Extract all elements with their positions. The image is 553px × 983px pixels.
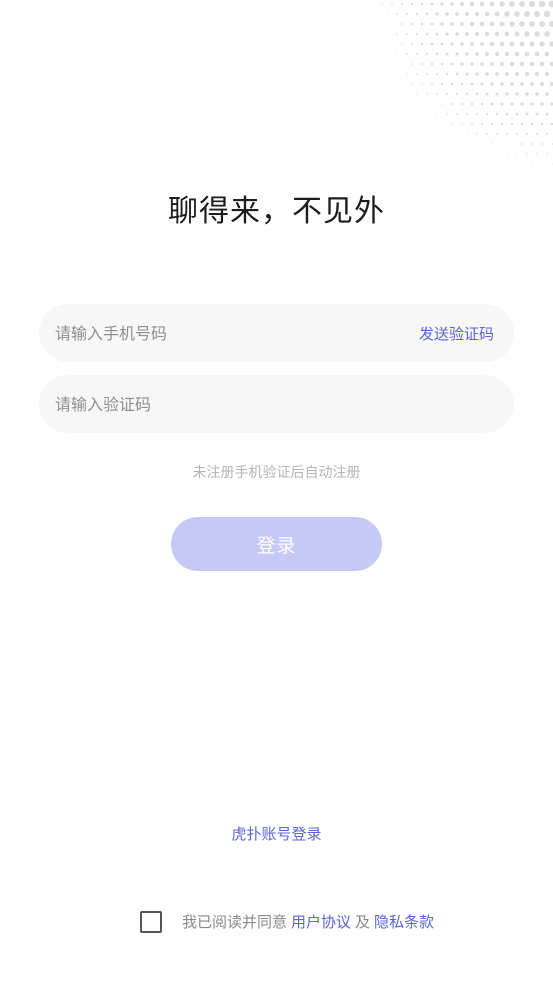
code-field-container	[39, 375, 514, 433]
auto-register-hint: 未注册手机验证后自动注册	[192, 465, 361, 481]
privacy-policy-link[interactable]: 隐私条款	[374, 911, 434, 932]
agreement-prefix: 我已阅读并同意	[182, 913, 288, 931]
send-code-button[interactable]: 发送验证码	[419, 323, 494, 344]
verification-code-input[interactable]	[55, 394, 494, 414]
agreement-conjunction: 及	[355, 913, 371, 931]
phone-field-container: 发送验证码	[39, 304, 514, 362]
agreement-row: 我已阅读并同意 用户协议 及 隐私条款	[140, 910, 438, 933]
agreement-checkbox[interactable]	[140, 910, 162, 933]
login-button[interactable]: 登录	[171, 517, 382, 571]
hupu-account-login-link[interactable]: 虎扑账号登录	[0, 823, 553, 844]
page-title: 聊得来，不见外	[168, 194, 385, 229]
phone-input[interactable]	[55, 323, 419, 343]
decorative-dot-pattern	[381, 0, 553, 165]
user-agreement-link[interactable]: 用户协议	[291, 911, 351, 932]
